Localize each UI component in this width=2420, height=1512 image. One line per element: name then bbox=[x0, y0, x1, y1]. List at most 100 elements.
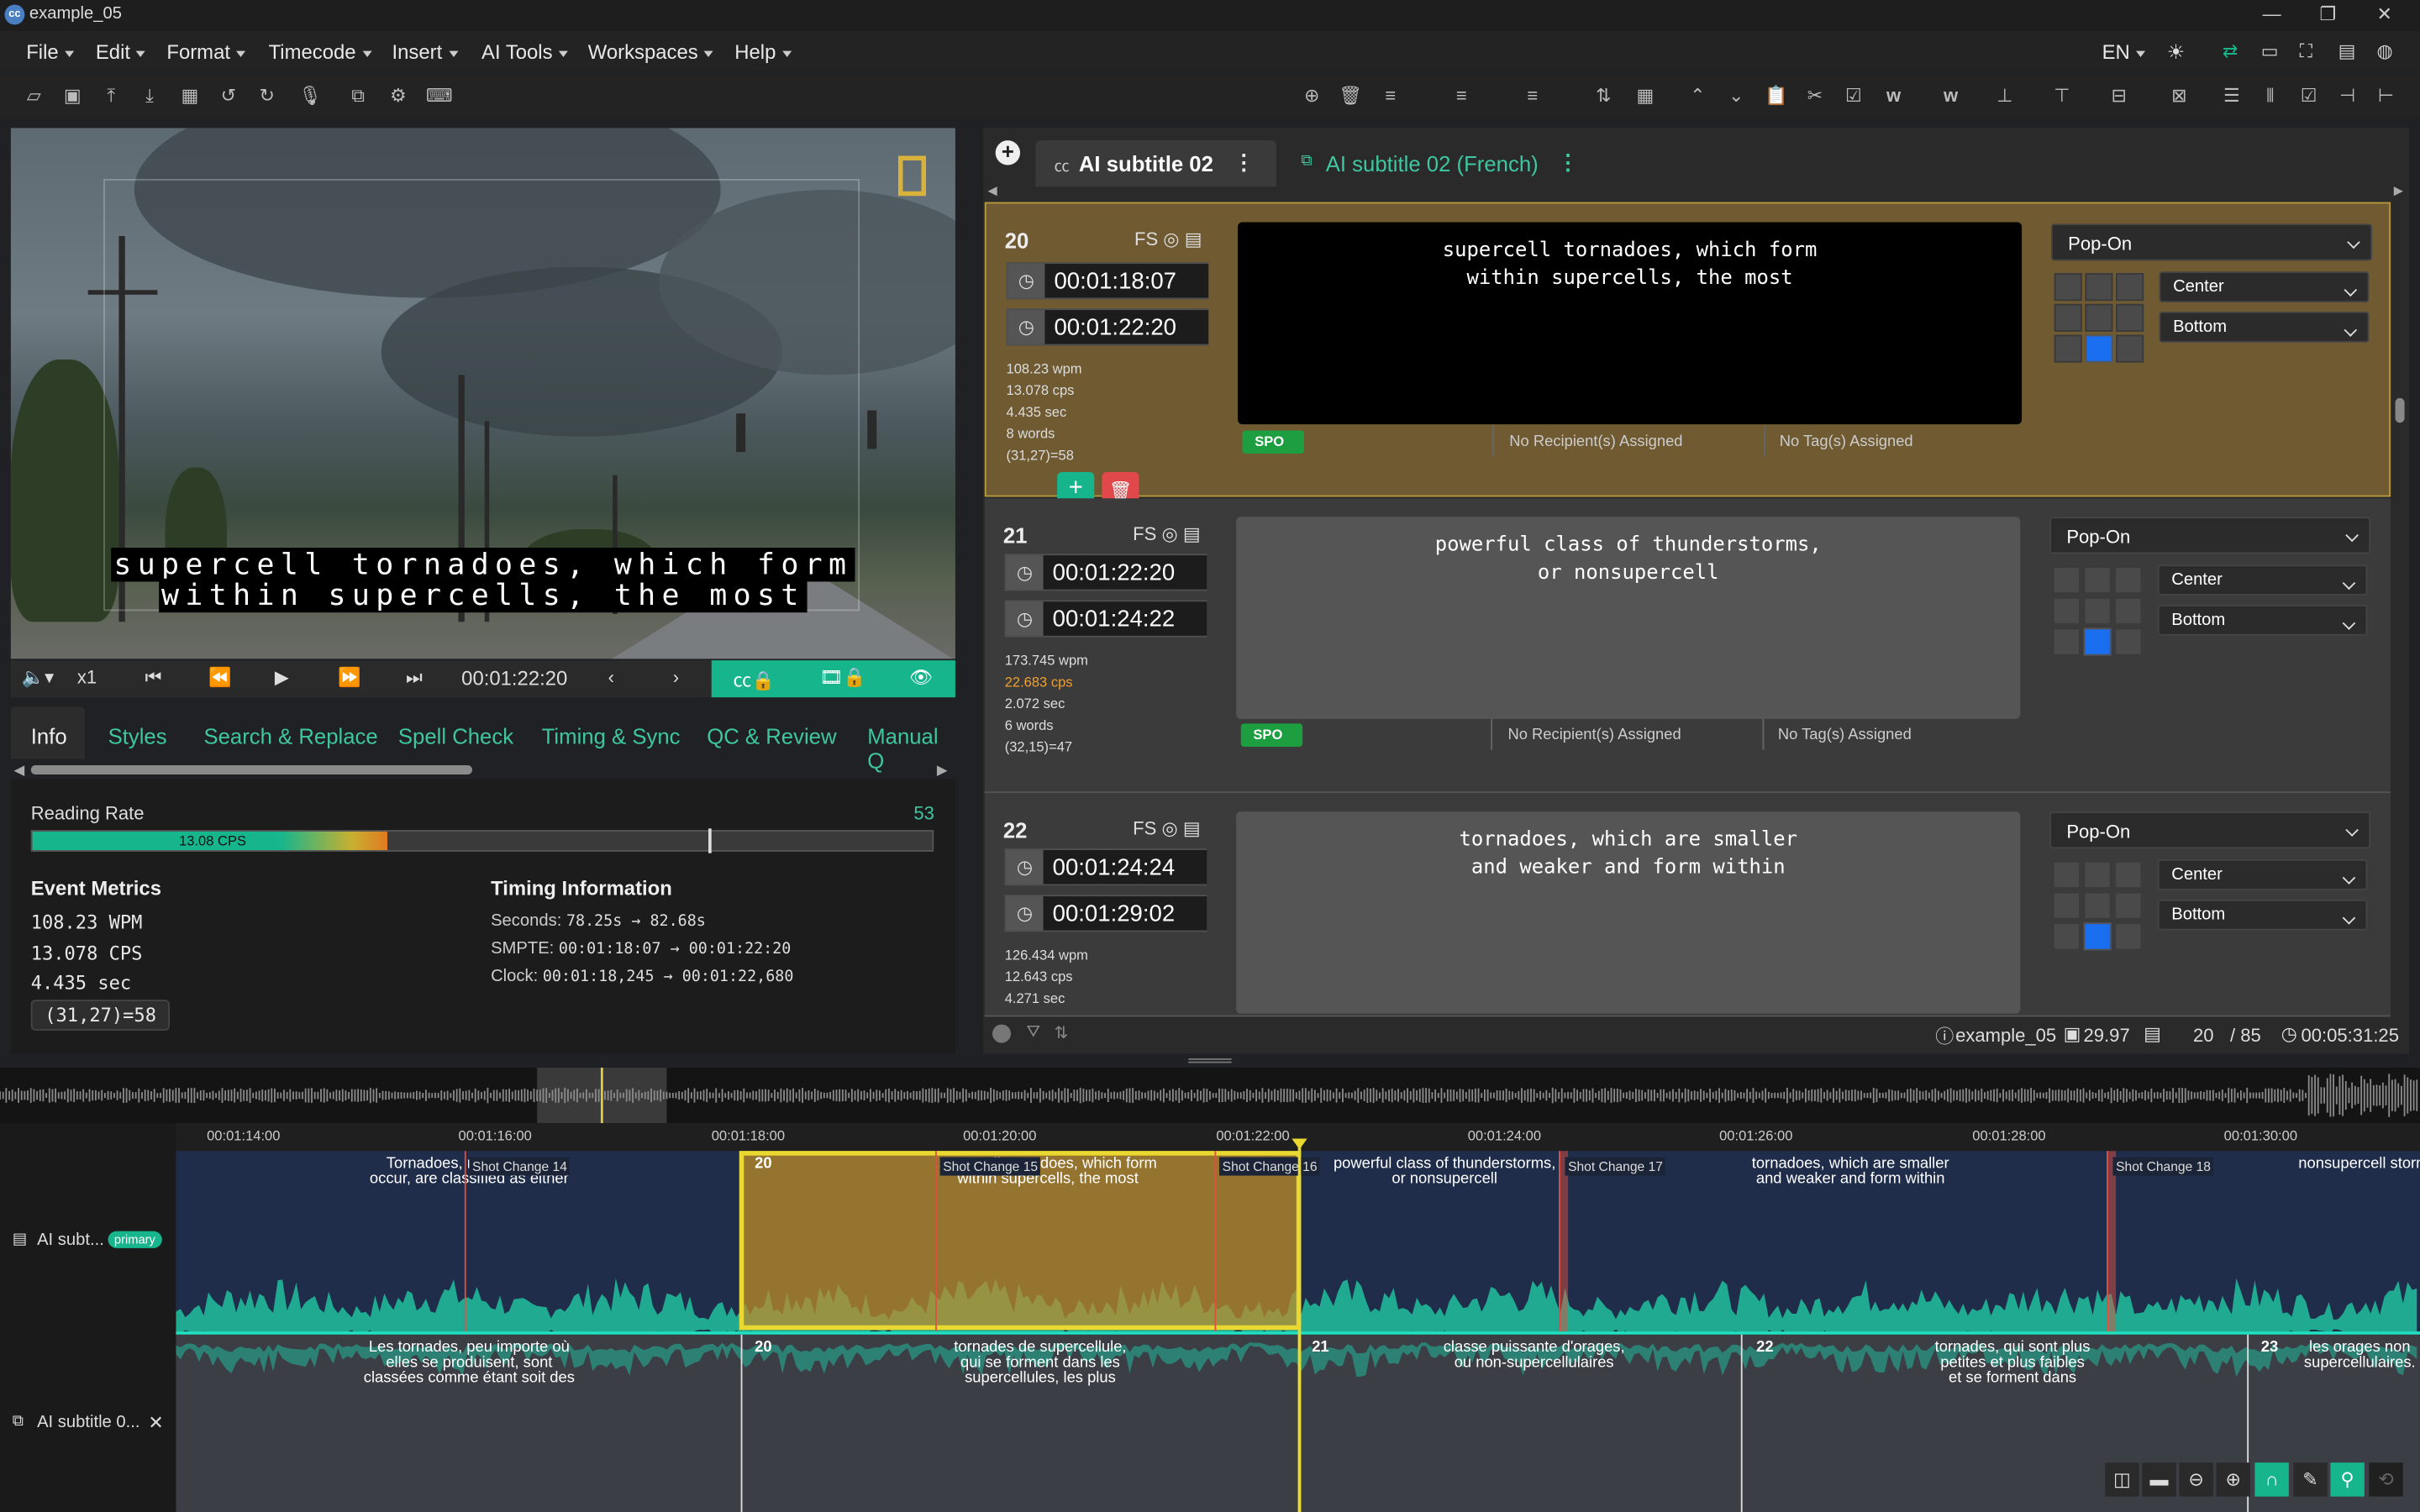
in-timecode-field[interactable]: ◷ 00:01:18:07 bbox=[1006, 262, 1209, 300]
volume-icon[interactable]: 🔈▾ bbox=[22, 666, 55, 688]
vertical-align-select[interactable]: Bottom bbox=[2159, 312, 2370, 343]
scroll-right-icon[interactable]: ▶ bbox=[937, 762, 948, 779]
clipboard-check-icon[interactable]: ☑ bbox=[1841, 83, 1865, 108]
word-down-icon[interactable]: w bbox=[1939, 83, 1963, 108]
horizontal-align-select[interactable]: Center bbox=[2157, 564, 2368, 596]
line-down-icon[interactable]: ⊤ bbox=[2049, 83, 2074, 108]
spo-badge[interactable]: SPO bbox=[1240, 723, 1303, 747]
track1-segment[interactable]: tornadoes, which are smaller and weaker … bbox=[1727, 1157, 1974, 1189]
recipients-label[interactable]: No Recipient(s) Assigned bbox=[1507, 727, 1681, 743]
skip-start-icon[interactable]: ⏮ bbox=[145, 666, 162, 690]
menu-help[interactable]: Help bbox=[734, 40, 791, 64]
fast-forward-icon[interactable]: ⏩ bbox=[338, 666, 360, 688]
play-icon[interactable]: ▶ bbox=[275, 666, 289, 688]
vertical-align-select[interactable]: Bottom bbox=[2157, 604, 2368, 636]
fullscreen-icon[interactable]: ⛶ bbox=[2300, 40, 2312, 64]
split-icon[interactable]: ⊟ bbox=[2107, 83, 2131, 108]
menu-edit[interactable]: Edit bbox=[96, 40, 146, 64]
menu-ai-tools[interactable]: AI Tools bbox=[481, 40, 568, 64]
open-folder-icon[interactable]: ▱ bbox=[22, 83, 46, 108]
in-timecode-field[interactable]: ◷ 00:01:24:24 bbox=[1004, 848, 1207, 886]
align-center-icon[interactable]: ≡ bbox=[1449, 83, 1474, 108]
marker-pin-icon[interactable]: ⚲ bbox=[2330, 1462, 2365, 1497]
archive-icon[interactable]: ▦ bbox=[177, 83, 202, 108]
comment-icon[interactable]: ▤ bbox=[1183, 817, 1201, 839]
in-timecode-field[interactable]: ◷ 00:01:22:20 bbox=[1004, 554, 1207, 591]
add-track-icon[interactable]: + bbox=[995, 139, 1021, 165]
theme-icon[interactable]: ☀ bbox=[2167, 40, 2185, 65]
subtitle-card-20[interactable]: 20 FS ◎ ▤ ◷ 00:01:18:07 ◷ 00:01:22:20 108.… bbox=[984, 202, 2391, 510]
language-select[interactable]: EN bbox=[2102, 40, 2146, 64]
shot-change-label[interactable]: Shot Change 18 bbox=[2112, 1157, 2214, 1176]
shot-change-label[interactable]: Shot Change 15 bbox=[939, 1157, 1041, 1176]
cut-icon[interactable]: ✂ bbox=[1802, 83, 1827, 108]
list-icon[interactable]: ☰ bbox=[2219, 83, 2244, 108]
checkbox-icon[interactable]: ☑ bbox=[2296, 83, 2321, 108]
word-up-icon[interactable]: w bbox=[1881, 83, 1906, 108]
sync-icon[interactable]: ⇄ bbox=[2223, 40, 2238, 62]
out-timecode-field[interactable]: ◷ 00:01:24:22 bbox=[1004, 600, 1207, 638]
menu-workspaces[interactable]: Workspaces bbox=[588, 40, 713, 64]
track2-segment[interactable]: tornades, qui sont plus petites et plus … bbox=[1889, 1340, 2136, 1387]
undo-icon[interactable]: ↺ bbox=[216, 83, 240, 108]
fs-label[interactable]: FS bbox=[1133, 523, 1156, 545]
out-timecode-field[interactable]: ◷ 00:01:22:20 bbox=[1006, 308, 1209, 346]
timeline[interactable]: 00:01:14:00 00:01:16:00 00:01:18:00 00:0… bbox=[0, 1123, 2420, 1512]
sort-order-icon[interactable]: ⇅ bbox=[1054, 1023, 1068, 1043]
paste-icon[interactable]: 📋 bbox=[1764, 83, 1788, 108]
subtitle-text-editor[interactable]: tornadoes, which are smaller and weaker a… bbox=[1236, 811, 2021, 1014]
magnet-icon[interactable]: ∩ bbox=[2254, 1462, 2289, 1497]
keyboard-icon[interactable]: ⌨ bbox=[426, 83, 453, 108]
fs-label[interactable]: FS bbox=[1134, 228, 1158, 250]
check-icon[interactable]: ◎ bbox=[1163, 228, 1179, 250]
check-icon[interactable]: ◎ bbox=[1161, 817, 1177, 839]
tags-label[interactable]: No Tag(s) Assigned bbox=[1780, 433, 1913, 450]
tab-ai-subtitle-02[interactable]: ㏄ AI subtitle 02 ⋮ bbox=[1035, 140, 1276, 187]
comment-icon[interactable]: ▤ bbox=[1183, 523, 1201, 545]
recipients-label[interactable]: No Recipient(s) Assigned bbox=[1509, 433, 1682, 450]
track1-segment[interactable]: nonsupercell storms bbox=[2275, 1157, 2420, 1173]
horizontal-align-select[interactable]: Center bbox=[2157, 859, 2368, 890]
subtitle-card-22[interactable]: 22 FS ◎ ▤ ◷ 00:01:24:24 ◷ 00:01:29:02 126.… bbox=[984, 793, 2391, 1017]
close-track-icon[interactable]: ✕ bbox=[148, 1412, 163, 1434]
copy-media-icon[interactable]: ⧉ bbox=[345, 83, 370, 108]
table-icon[interactable]: ▦ bbox=[1633, 83, 1657, 108]
track1-segment[interactable]: powerful class of thunderstorms, or nons… bbox=[1321, 1157, 1568, 1189]
save-icon[interactable]: ▣ bbox=[60, 83, 85, 108]
snap-left-icon[interactable]: ⊣ bbox=[2335, 83, 2360, 108]
timeline-playhead[interactable] bbox=[1297, 1138, 1302, 1512]
line-up-icon[interactable]: ⊥ bbox=[1992, 83, 2017, 108]
shot-change-label[interactable]: Shot Change 16 bbox=[1218, 1157, 1321, 1176]
move-up-icon[interactable]: ⌃ bbox=[1686, 83, 1710, 108]
film-lock-icon[interactable]: 🎞🔒 bbox=[819, 666, 865, 688]
overview-waveform[interactable] bbox=[0, 1067, 2420, 1124]
subtitle-text-editor[interactable]: powerful class of thunderstorms, or nonsu… bbox=[1236, 517, 2021, 719]
track2-segment[interactable]: les orages non supercellulaires. bbox=[2291, 1340, 2420, 1372]
download-icon[interactable]: ⤓ bbox=[137, 83, 161, 108]
next-frame-icon[interactable]: › bbox=[673, 666, 679, 688]
out-timecode-field[interactable]: ◷ 00:01:29:02 bbox=[1004, 895, 1207, 932]
microphone-icon[interactable]: 🎙 bbox=[297, 83, 322, 108]
zoom-in-icon[interactable]: ⊕ bbox=[2216, 1462, 2250, 1497]
sort-icon[interactable]: ⇅ bbox=[1591, 83, 1616, 108]
delete-icon[interactable]: 🗑 bbox=[1338, 83, 1362, 108]
pencil-icon[interactable]: ✎ bbox=[2293, 1462, 2328, 1497]
video-player[interactable]: supercell tornadoes, which form within s… bbox=[10, 128, 955, 659]
subtitle-text-editor[interactable]: supercell tornadoes, which form within su… bbox=[1238, 222, 2023, 425]
align-left-icon[interactable]: ≡ bbox=[1378, 83, 1402, 108]
subtitle-card-21[interactable]: 21 FS ◎ ▤ ◷ 00:01:22:20 ◷ 00:01:24:22 173.… bbox=[984, 498, 2391, 794]
menu-file[interactable]: File bbox=[26, 40, 74, 64]
tab1-more-icon[interactable]: ⋮ bbox=[1234, 150, 1255, 176]
track2-segment[interactable]: Les tornades, peu importe où elles se pr… bbox=[315, 1340, 623, 1387]
menu-timecode[interactable]: Timecode bbox=[269, 40, 371, 64]
snap-right-icon[interactable]: ⊢ bbox=[2374, 83, 2398, 108]
display-mode-select[interactable]: Pop-On bbox=[2049, 517, 2371, 554]
redo-icon[interactable]: ↻ bbox=[255, 83, 279, 108]
position-grid[interactable] bbox=[2052, 860, 2145, 953]
rewind-icon[interactable]: ⏪ bbox=[208, 666, 231, 688]
menu-format[interactable]: Format bbox=[166, 40, 245, 64]
menu-insert[interactable]: Insert bbox=[392, 40, 458, 64]
loop-icon[interactable]: ⟲ bbox=[2369, 1462, 2403, 1497]
display-mode-select[interactable]: Pop-On bbox=[2050, 223, 2373, 261]
position-grid[interactable] bbox=[2052, 566, 2145, 659]
